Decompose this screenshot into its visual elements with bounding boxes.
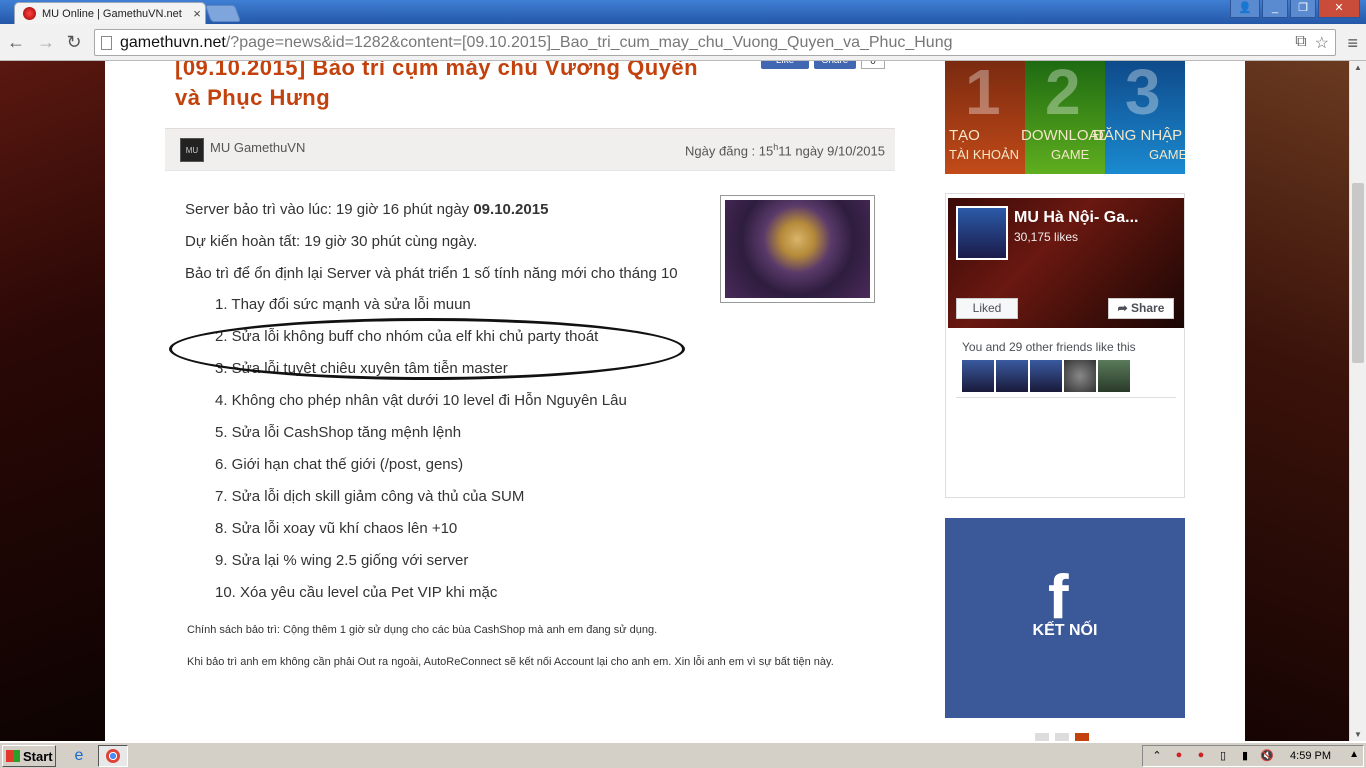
internet-explorer-icon[interactable]: e <box>68 745 90 767</box>
address-bar[interactable]: gamethuvn.net/?page=news&id=1282&content… <box>94 29 1336 56</box>
character-image <box>725 200 870 298</box>
new-tab-button[interactable] <box>204 5 242 22</box>
list-item: 5. Sửa lỗi CashShop tăng mệnh lệnh <box>215 424 462 441</box>
bookmark-star-icon[interactable]: ☆ <box>1315 33 1329 53</box>
fb-page-likes: 30,175 likes <box>1014 230 1079 244</box>
windows-logo-icon <box>6 750 20 762</box>
network-signal-icon[interactable]: ▮ <box>1237 749 1253 763</box>
fb-page-share-button[interactable]: ➦ Share <box>1108 298 1174 319</box>
avatar[interactable] <box>1064 360 1096 392</box>
url-host: gamethuvn.net <box>120 33 226 51</box>
connect-label: KẾT NỐI <box>1032 622 1098 639</box>
policy-note: Chính sách bảo trì: Cộng thêm 1 giờ sử d… <box>187 624 658 636</box>
maintenance-start: Server bảo trì vào lúc: 19 giờ 16 phút n… <box>185 201 549 218</box>
page-icon <box>101 35 112 50</box>
browser-window: MU Online | GamethuVN.net × 👤 _ ❐ ✕ ← → … <box>0 0 1366 768</box>
fb-friend-faces <box>962 360 1130 392</box>
article-title-line1: [09.10.2015] Bảo trì cụm máy chủ Vương Q… <box>175 61 699 80</box>
login-banner[interactable]: 3 ĐĂNG NHẬP GAME <box>1093 61 1185 174</box>
list-item: 4. Không cho phép nhân vật dưới 10 level… <box>215 392 627 409</box>
back-button[interactable]: ← <box>4 31 28 53</box>
tab-bar: MU Online | GamethuVN.net × 👤 _ ❐ ✕ <box>0 0 1366 24</box>
slider-dot[interactable] <box>1055 733 1069 741</box>
slider-dot[interactable] <box>1035 733 1049 741</box>
show-desktop-icon[interactable]: ▲ <box>1349 749 1359 760</box>
author-name[interactable]: MU GamethuVN <box>210 140 305 155</box>
fb-friends-text: You and 29 other friends like this <box>962 340 1136 354</box>
facebook-page-widget: MU Hà Nội- Ga... 30,175 likes Liked ➦ Sh… <box>945 193 1185 498</box>
close-window-button[interactable]: ✕ <box>1318 0 1360 18</box>
fb-share-count: 0 <box>861 61 885 69</box>
web-page: [09.10.2015] Bảo trì cụm máy chủ Vương Q… <box>0 61 1349 741</box>
list-item: 7. Sửa lỗi dịch skill giảm công và thủ c… <box>215 488 525 505</box>
fb-liked-label: Liked <box>972 301 1002 315</box>
tab-title: MU Online | GamethuVN.net <box>42 7 182 20</box>
translate-icon[interactable]: ⧉ <box>1295 33 1306 53</box>
create-account-banner[interactable]: 1 TẠO TÀI KHOẢN <box>945 61 1025 174</box>
slider-dots <box>1035 733 1089 741</box>
user-icon[interactable]: 👤 <box>1230 0 1260 18</box>
scroll-up-icon[interactable]: ▲ <box>1354 63 1362 72</box>
avatar[interactable] <box>1098 360 1130 392</box>
fb-cover: MU Hà Nội- Ga... 30,175 likes Liked ➦ Sh… <box>948 198 1184 328</box>
main-content: [09.10.2015] Bảo trì cụm máy chủ Vương Q… <box>105 61 1245 741</box>
avatar[interactable] <box>1030 360 1062 392</box>
scroll-down-icon[interactable]: ▼ <box>1354 730 1362 739</box>
list-item: 6. Giới hạn chat thế giới (/post, gens) <box>215 456 464 473</box>
tab-close-icon[interactable]: × <box>189 6 205 21</box>
reconnect-note: Khi bảo trì anh em không cần phải Out ra… <box>187 656 834 668</box>
maintenance-purpose: Bảo trì để ổn định lại Server và phát tr… <box>185 265 678 282</box>
facebook-connect-button[interactable]: f KẾT NỐI <box>945 518 1185 718</box>
divider <box>165 170 895 171</box>
vertical-scrollbar[interactable]: ▲ ▼ <box>1349 61 1366 741</box>
window-controls: 👤 _ ❐ ✕ <box>1230 0 1360 18</box>
fb-friends-like: You and 29 other friends like this <box>956 330 1176 398</box>
author-avatar: MU <box>180 138 204 162</box>
list-item: 1. Thay đổi sức mạnh và sửa lỗi muun <box>215 296 471 313</box>
url-path: /?page=news&id=1282&content=[09.10.2015]… <box>225 33 953 51</box>
slider-dot-active[interactable] <box>1075 733 1089 741</box>
start-button[interactable]: Start <box>2 745 56 767</box>
game-tray-icon[interactable]: ● <box>1171 749 1187 763</box>
reload-button[interactable]: ↻ <box>62 31 86 53</box>
chrome-taskbar-button[interactable] <box>98 745 128 767</box>
list-item: 8. Sửa lỗi xoay vũ khí chaos lên +10 <box>215 520 458 537</box>
highlight-oval <box>169 318 685 380</box>
background-art-right <box>1245 61 1349 741</box>
article-title: [09.10.2015] Bảo trì cụm máy chủ Vương Q… <box>175 61 775 113</box>
game-tray-icon[interactable]: ● <box>1193 749 1209 763</box>
fb-share-button[interactable]: Share <box>814 61 856 69</box>
tab-active[interactable]: MU Online | GamethuVN.net × <box>14 2 206 24</box>
fb-page-name[interactable]: MU Hà Nội- Ga... <box>1014 209 1138 227</box>
steps-banner: 1 TẠO TÀI KHOẢN 2 DOWNLOAD GAME 3 ĐĂNG N… <box>945 61 1185 174</box>
system-tray: ⌃ ● ● ▯ ▮ 🔇 4:59 PM ▲ <box>1142 745 1364 767</box>
volume-muted-icon[interactable]: 🔇 <box>1259 749 1275 763</box>
battery-icon[interactable]: ▯ <box>1215 749 1231 763</box>
background-art-left <box>0 61 105 741</box>
article-meta: MU MU GamethuVN Ngày đăng : 15h11 ngày 9… <box>165 128 895 170</box>
tray-expand-icon[interactable]: ⌃ <box>1149 749 1165 763</box>
scrollbar-thumb[interactable] <box>1352 183 1364 363</box>
posted-date: Ngày đăng : 15h11 ngày 9/10/2015 <box>685 142 885 159</box>
forward-button[interactable]: → <box>34 31 58 53</box>
chrome-menu-icon[interactable]: ≡ <box>1347 33 1358 54</box>
favicon-icon <box>23 7 36 20</box>
avatar[interactable] <box>962 360 994 392</box>
article-thumbnail <box>720 195 875 303</box>
avatar[interactable] <box>996 360 1028 392</box>
browser-toolbar: ← → ↻ gamethuvn.net/?page=news&id=1282&c… <box>0 24 1366 61</box>
restore-button[interactable]: ❐ <box>1290 0 1316 18</box>
fb-page-picture[interactable] <box>956 206 1008 260</box>
list-item: 9. Sửa lại % wing 2.5 giống với server <box>215 552 469 569</box>
maintenance-end: Dự kiến hoàn tất: 19 giờ 30 phút cùng ng… <box>185 233 478 250</box>
article-title-line2: và Phục Hưng <box>175 85 331 110</box>
clock[interactable]: 4:59 PM <box>1290 750 1331 762</box>
chrome-icon <box>106 749 120 763</box>
fb-liked-button[interactable]: Liked <box>956 298 1018 319</box>
fb-like-button[interactable]: Like <box>761 61 809 69</box>
download-banner[interactable]: 2 DOWNLOAD GAME <box>1021 61 1109 174</box>
list-item: 10. Xóa yêu cầu level của Pet VIP khi mặ… <box>215 584 498 601</box>
taskbar: Start e ⌃ ● ● ▯ ▮ 🔇 4:59 PM ▲ <box>0 741 1366 768</box>
minimize-button[interactable]: _ <box>1262 0 1288 18</box>
